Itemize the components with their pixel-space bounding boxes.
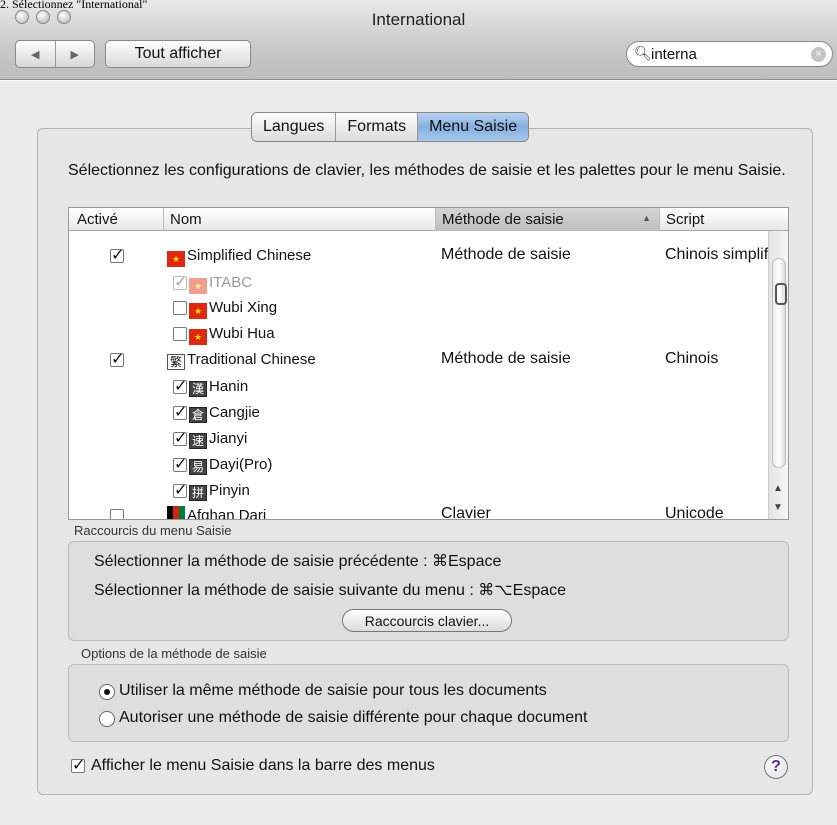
enable-checkbox[interactable]: ✓ <box>173 405 187 421</box>
pinyin-icon: 拼 <box>189 485 207 501</box>
next-method-shortcut: Sélectionner la méthode de saisie suivan… <box>94 582 567 599</box>
table-row[interactable]: ✓ ★ Simplified Chinese Méthode de saisie … <box>69 244 769 270</box>
enable-checkbox[interactable]: ✓ <box>173 457 187 473</box>
enable-checkbox: ✓ <box>173 274 188 291</box>
row-name: Dayi(Pro) <box>209 456 273 473</box>
row-name: Hanin <box>209 378 249 395</box>
itabc-icon: ★ <box>189 278 207 294</box>
enable-checkbox[interactable]: ✓ <box>173 431 187 447</box>
column-header-script[interactable]: Script <box>659 208 769 231</box>
jianyi-icon: 速 <box>189 433 207 449</box>
row-method: Clavier <box>441 505 491 520</box>
table-row[interactable]: ✓ 易 Dayi(Pro) <box>69 452 769 478</box>
enable-checkbox[interactable]: ✓ <box>110 248 124 264</box>
enable-checkbox[interactable] <box>173 301 187 315</box>
column-header-method[interactable]: Méthode de saisie ▲ <box>435 208 659 231</box>
back-arrow-icon[interactable]: ◀ <box>16 41 55 67</box>
row-name: Jianyi <box>209 430 248 447</box>
column-header-name[interactable]: Nom <box>163 208 435 231</box>
table-row[interactable]: ★ Wubi Xing <box>69 295 769 321</box>
cangjie-icon: 倉 <box>189 407 207 423</box>
scroll-down-arrow-icon[interactable]: ▼ <box>773 502 783 513</box>
traditional-chinese-icon: 繁 <box>167 354 185 370</box>
row-name: ITABC <box>209 274 253 291</box>
per-document-label: Autoriser une méthode de saisie différen… <box>119 709 588 726</box>
search-input[interactable] <box>651 45 801 63</box>
table-row[interactable]: Afghan Dari Clavier Unicode <box>69 503 769 520</box>
show-all-button[interactable]: Tout afficher <box>105 40 251 68</box>
table-row[interactable]: ✓ 速 Jianyi <box>69 426 769 452</box>
column-header-method-label: Méthode de saisie <box>442 211 564 228</box>
table-row[interactable]: ✓ 倉 Cangjie <box>69 400 769 426</box>
clear-search-icon[interactable]: × <box>811 47 826 62</box>
row-script: Chinois simplifié <box>665 246 769 263</box>
tab-formats[interactable]: Formats <box>335 113 417 141</box>
row-name: Afghan Dari <box>187 507 267 520</box>
input-sources-table: Activé Nom Méthode de saisie ▲ Script ✓ … <box>68 207 789 520</box>
table-row[interactable]: ✓ 漢 Hanin <box>69 374 769 400</box>
scrollbar-thumb[interactable] <box>772 258 787 468</box>
tab-bar: Langues Formats Menu Saisie <box>251 112 530 142</box>
china-flag-icon: ★ <box>167 251 185 267</box>
intro-text: Sélectionnez les configurations de clavi… <box>68 162 786 179</box>
enable-checkbox[interactable]: ✓ <box>173 379 187 395</box>
wubi-xing-icon: ★ <box>189 303 207 319</box>
shortcuts-group-label: Raccourcis du menu Saisie <box>74 523 232 538</box>
row-name: Cangjie <box>209 404 260 421</box>
enable-checkbox[interactable] <box>110 509 124 519</box>
tab-langues[interactable]: Langues <box>252 113 335 141</box>
enable-checkbox[interactable]: ✓ <box>173 483 187 499</box>
table-header: Activé Nom Méthode de saisie ▲ Script <box>69 208 788 231</box>
help-icon[interactable]: ? <box>764 755 788 779</box>
row-name: Traditional Chinese <box>187 351 316 368</box>
previous-method-shortcut: Sélectionner la méthode de saisie précéd… <box>94 553 502 570</box>
table-row[interactable]: ★ Wubi Hua <box>69 321 769 347</box>
column-header-enabled[interactable]: Activé <box>77 211 118 228</box>
wubi-hua-icon: ★ <box>189 329 207 345</box>
show-menu-checkbox[interactable]: ✓ <box>71 758 85 774</box>
row-name: Simplified Chinese <box>187 247 312 264</box>
show-menu-label: Afficher le menu Saisie dans la barre de… <box>91 757 435 774</box>
row-name: Wubi Xing <box>209 299 278 316</box>
sort-ascending-icon: ▲ <box>642 213 651 223</box>
row-method: Méthode de saisie <box>441 350 571 367</box>
table-row[interactable]: ✓ 繁 Traditional Chinese Méthode de saisie… <box>69 348 769 374</box>
history-navigation: ◀ ▶ <box>15 40 95 68</box>
tab-menu-saisie[interactable]: Menu Saisie <box>417 113 529 141</box>
row-name: Wubi Hua <box>209 325 275 342</box>
table-scrollbar[interactable]: ▲ ▼ <box>768 231 788 519</box>
same-method-radio[interactable] <box>99 684 115 700</box>
enable-checkbox[interactable]: ✓ <box>110 352 124 368</box>
row-method: Méthode de saisie <box>441 246 571 263</box>
options-group <box>68 664 789 742</box>
scroll-up-arrow-icon[interactable]: ▲ <box>773 483 783 494</box>
row-name: Pinyin <box>209 482 250 499</box>
same-method-label: Utiliser la même méthode de saisie pour … <box>119 682 547 699</box>
row-script: Chinois <box>665 350 719 367</box>
window-title: International <box>371 10 466 29</box>
forward-arrow-icon[interactable]: ▶ <box>54 41 95 67</box>
afghanistan-flag-icon <box>167 506 185 519</box>
per-document-radio[interactable] <box>99 711 115 727</box>
keyboard-shortcuts-button[interactable]: Raccourcis clavier... <box>342 609 512 632</box>
document-caption: 2. Sélectionnez "International" <box>0 0 148 11</box>
window-titlebar: International ◀ ▶ Tout afficher 🔍︎ × <box>0 0 837 80</box>
search-icon: 🔍︎ <box>634 45 652 61</box>
hanin-icon: 漢 <box>189 381 207 397</box>
dayi-icon: 易 <box>189 459 207 475</box>
search-field[interactable]: 🔍︎ × <box>626 41 833 67</box>
table-row[interactable]: ✓ ★ ITABC <box>69 270 769 296</box>
table-row[interactable]: ✓ 拼 Pinyin <box>69 478 769 504</box>
row-script: Unicode <box>665 505 724 520</box>
enable-checkbox[interactable] <box>173 327 187 341</box>
options-group-label: Options de la méthode de saisie <box>81 646 267 661</box>
